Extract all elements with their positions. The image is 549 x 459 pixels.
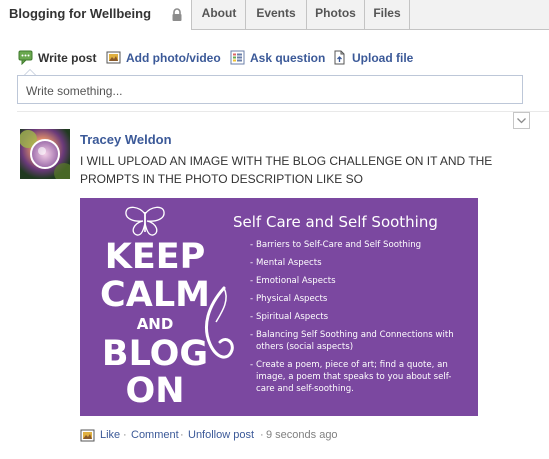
image-bullet: Physical Aspects (250, 293, 468, 305)
group-tab-bar: Blogging for Wellbeing About Events Phot… (0, 0, 549, 30)
ask-question-label: Ask question (250, 51, 326, 65)
tab-about[interactable]: About (193, 0, 246, 29)
swirl-icon (205, 286, 234, 359)
image-bullet: Create a poem, piece of art; find a quot… (250, 359, 468, 395)
on-text: ON (125, 371, 185, 411)
lock-icon (172, 8, 182, 21)
unfollow-post-link[interactable]: Unfollow post (188, 429, 254, 441)
like-link[interactable]: Like (100, 429, 120, 441)
keep-text: KEEP (104, 237, 206, 277)
post-author[interactable]: Tracey Weldon (80, 132, 172, 147)
post-text: I WILL UPLOAD AN IMAGE WITH THE BLOG CHA… (80, 154, 493, 186)
file-icon (334, 50, 345, 65)
tab-events[interactable]: Events (246, 0, 307, 29)
photo-icon (80, 429, 95, 442)
avatar[interactable] (20, 129, 70, 179)
speech-bubble-icon (18, 50, 33, 65)
tab-about-label: About (201, 6, 237, 20)
tab-photos[interactable]: Photos (307, 0, 365, 29)
group-title-tab[interactable]: Blogging for Wellbeing (0, 0, 192, 30)
feed-divider (17, 111, 549, 112)
tab-files-label: Files (373, 6, 401, 20)
post-timestamp[interactable]: 9 seconds ago (266, 429, 338, 441)
tab-files[interactable]: Files (365, 0, 410, 29)
tab-photos-label: Photos (315, 6, 356, 20)
write-something-input[interactable] (24, 77, 518, 104)
image-bullet: Mental Aspects (250, 257, 468, 269)
chevron-down-icon (517, 118, 526, 124)
image-bullet: Barriers to Self-Care and Self Soothing (250, 239, 468, 251)
image-bullet: Balancing Self Soothing and Connections … (250, 329, 468, 353)
butterfly-icon (125, 206, 165, 236)
post-options-button[interactable] (513, 112, 530, 129)
photo-icon (106, 51, 121, 64)
image-bullet: Emotional Aspects (250, 275, 468, 287)
write-post-label: Write post (38, 51, 97, 65)
tab-events-label: Events (256, 6, 296, 20)
comment-link[interactable]: Comment (131, 429, 179, 441)
footer-separator: · (260, 429, 264, 441)
image-bullet: Spiritual Aspects (250, 311, 468, 323)
self-care-heading: Self Care and Self Soothing (233, 213, 438, 231)
group-title: Blogging for Wellbeing (9, 6, 152, 21)
avatar-image (20, 129, 70, 179)
list-icon (230, 50, 245, 65)
upload-file-label: Upload file (352, 51, 414, 65)
post-image[interactable]: KEEP CALM AND BLOG ON Self Care and Self… (80, 198, 478, 416)
add-photo-video-label: Add photo/video (126, 51, 221, 65)
footer-separator: · (123, 429, 127, 441)
footer-separator: · (180, 429, 184, 441)
write-something-box (17, 75, 523, 104)
